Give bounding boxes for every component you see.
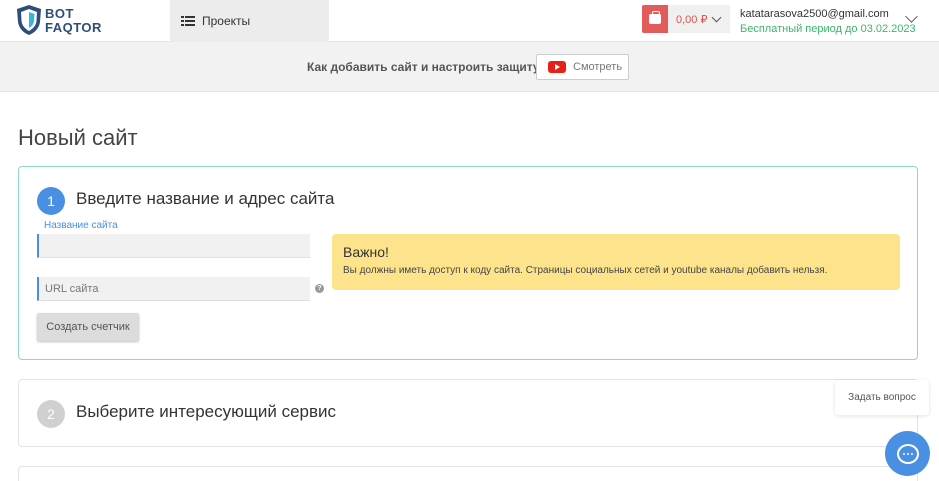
- youtube-icon: [548, 61, 566, 73]
- watch-label: Смотреть: [573, 61, 623, 73]
- balance-dropdown[interactable]: 0,00 ₽: [642, 5, 730, 33]
- step-2-number: 2: [37, 400, 65, 428]
- ask-question-bubble[interactable]: Задать вопрос: [835, 380, 929, 415]
- step-1-title: Введите название и адрес сайта: [76, 189, 335, 208]
- notice-title: Важно!: [343, 244, 389, 260]
- notice-text: Вы должны иметь доступ к коду сайта. Стр…: [343, 265, 828, 276]
- step-3-card[interactable]: [18, 466, 918, 481]
- help-icon[interactable]: ?: [315, 284, 324, 293]
- chat-bubble-icon: [896, 443, 919, 464]
- chat-button[interactable]: [885, 431, 930, 476]
- wallet-icon: [649, 11, 661, 24]
- watch-video-button[interactable]: Смотреть: [536, 54, 629, 80]
- top-header: BOT FAQTOR Проекты 0,00 ₽ katatarasova25…: [0, 0, 939, 42]
- step-1-card: 1 Введите название и адрес сайта Названи…: [18, 166, 918, 360]
- step-2-card[interactable]: 2 Выберите интересующий сервис: [18, 379, 918, 447]
- site-name-label: Название сайта: [44, 220, 118, 231]
- shield-logo-icon: [17, 5, 41, 35]
- create-counter-button[interactable]: Создать счетчик: [37, 313, 139, 341]
- banner-text: Как добавить сайт и настроить защиту: [307, 60, 540, 74]
- list-icon: [181, 15, 195, 27]
- nav-projects[interactable]: Проекты: [170, 0, 329, 42]
- balance-amount: 0,00 ₽: [676, 13, 708, 26]
- important-notice: Важно! Вы должны иметь доступ к коду сай…: [332, 234, 900, 290]
- user-email: katatarasova2500@gmail.com: [740, 8, 889, 20]
- logo[interactable]: BOT FAQTOR: [16, 4, 126, 38]
- site-url-input[interactable]: [37, 277, 310, 301]
- site-name-input[interactable]: [37, 234, 310, 258]
- user-info[interactable]: katatarasova2500@gmail.com Бесплатный пе…: [740, 7, 916, 37]
- logo-line1: BOT: [45, 6, 74, 21]
- balance-value[interactable]: 0,00 ₽: [668, 5, 730, 33]
- chevron-down-icon: [712, 12, 722, 22]
- step-1-number: 1: [37, 187, 65, 215]
- trial-status: Бесплатный период до 03.02.2023: [740, 23, 916, 35]
- help-banner: Как добавить сайт и настроить защиту Смо…: [0, 42, 939, 92]
- step-2-title: Выберите интересующий сервис: [76, 402, 337, 421]
- wallet-button[interactable]: [642, 5, 668, 33]
- page-title: Новый сайт: [18, 125, 138, 150]
- nav-projects-label: Проекты: [202, 14, 251, 28]
- logo-line2: FAQTOR: [45, 20, 102, 35]
